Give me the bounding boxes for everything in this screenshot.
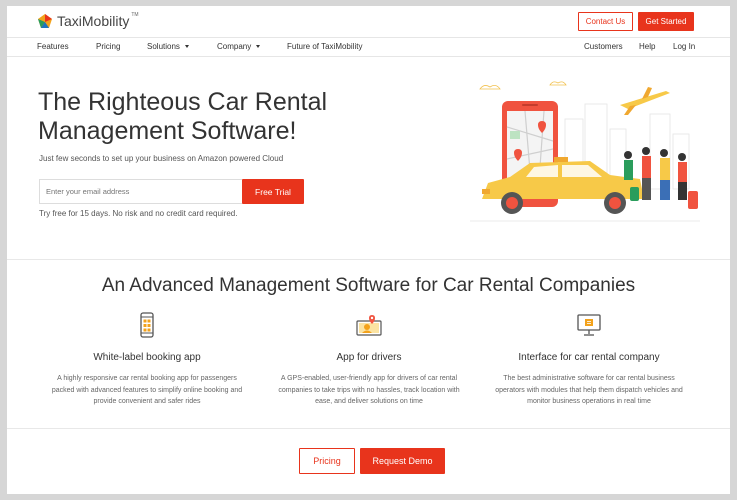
cloud-icon	[479, 85, 501, 90]
feature-description: A GPS-enabled, user-friendly app for dri…	[278, 375, 460, 405]
email-input[interactable]	[39, 179, 242, 204]
pricing-button[interactable]: Pricing	[299, 448, 355, 474]
driver-app-icon	[356, 315, 382, 336]
nav-future-label: Future of TaxiMobility	[287, 42, 363, 51]
chevron-down-icon	[256, 45, 261, 48]
free-trial-button[interactable]: Free Trial	[242, 179, 304, 204]
admin-dashboard-icon	[577, 314, 601, 336]
taxi-hero-illustration	[470, 81, 700, 222]
hero-section: The Righteous Car Rental Management Soft…	[7, 57, 730, 259]
request-demo-button[interactable]: Request Demo	[360, 448, 445, 474]
main-nav: Features Pricing Solutions Company Futur…	[7, 38, 730, 57]
site-header: TaxiMobility TM Contact Us Get Started	[7, 6, 730, 38]
contact-us-button[interactable]: Contact Us	[578, 12, 633, 31]
browser-page: TaxiMobility TM Contact Us Get Started F…	[7, 6, 730, 494]
nav-help-label: Help	[639, 42, 656, 51]
nav-solutions[interactable]: Solutions	[147, 42, 189, 51]
nav-customers-label: Customers	[584, 42, 623, 51]
feature-driver-app: App for drivers A GPS-enabled, user-frie…	[269, 311, 469, 408]
cloud-icon	[549, 81, 567, 86]
nav-login[interactable]: Log In	[673, 42, 695, 51]
nav-company[interactable]: Company	[217, 42, 261, 51]
feature-title: White-label booking app	[93, 352, 201, 363]
features-section-title: An Advanced Management Software for Car …	[101, 275, 636, 296]
nav-pricing-label: Pricing	[96, 42, 121, 51]
hero-subtitle: Just few seconds to set up your business…	[39, 154, 284, 163]
feature-title: Interface for car rental company	[518, 352, 660, 363]
trial-note: Try free for 15 days. No risk and no cre…	[39, 209, 238, 218]
brand-name: TaxiMobility	[57, 13, 130, 29]
feature-description: A highly responsive car rental booking a…	[51, 375, 243, 405]
section-divider	[7, 259, 730, 260]
feature-description: The best administrative software for car…	[495, 375, 683, 405]
get-started-button[interactable]: Get Started	[638, 12, 694, 31]
nav-login-label: Log In	[673, 42, 696, 51]
nav-pricing[interactable]: Pricing	[96, 42, 120, 51]
taximobility-logo-icon	[38, 14, 52, 28]
brand-logo[interactable]: TaxiMobility TM	[37, 12, 141, 29]
hero-title: The Righteous Car Rental Management Soft…	[38, 88, 328, 145]
nav-help[interactable]: Help	[639, 42, 655, 51]
feature-admin-interface: Interface for car rental company The bes…	[489, 311, 689, 408]
trademark-mark: TM	[131, 12, 139, 18]
chevron-down-icon	[184, 45, 189, 48]
nav-customers[interactable]: Customers	[584, 42, 623, 51]
nav-company-label: Company	[217, 42, 252, 51]
feature-title: App for drivers	[336, 352, 402, 363]
airplane-icon	[620, 87, 670, 115]
nav-solutions-label: Solutions	[147, 42, 180, 51]
nav-features-label: Features	[37, 42, 69, 51]
cta-section: Pricing Request Demo	[7, 428, 730, 494]
nav-features[interactable]: Features	[37, 42, 69, 51]
nav-future[interactable]: Future of TaxiMobility	[287, 42, 362, 51]
mobile-app-icon	[140, 312, 154, 338]
passengers-illustration	[624, 147, 698, 209]
feature-booking-app: White-label booking app A highly respons…	[47, 311, 247, 408]
